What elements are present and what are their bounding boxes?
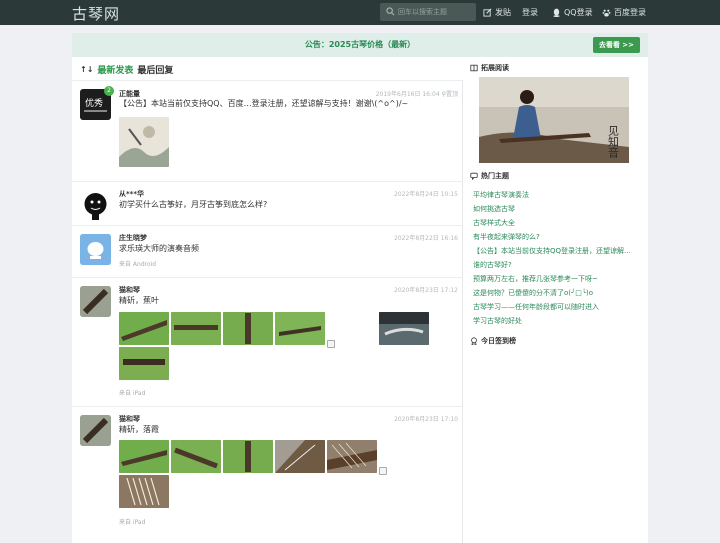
hot-topic-link[interactable]: 古琴样式大全 — [473, 218, 515, 228]
hot-topic-link[interactable]: 平均律古琴演奏法 — [473, 190, 529, 200]
thread-image[interactable] — [327, 440, 377, 473]
thread-image[interactable] — [119, 440, 169, 473]
baidu-login-label: 百度登录 — [614, 8, 646, 17]
thread-image[interactable] — [379, 312, 429, 345]
hot-topic-link[interactable]: 学习古琴的好处 — [473, 316, 522, 326]
qq-icon — [553, 8, 560, 17]
post-time: 2019年6月16日 16:04 ⚲置顶 — [375, 91, 458, 98]
thread-item[interactable]: 庄生晓梦 2022年8月22日 16:16 求乐瑛大师的演奏音频 来自 Andr… — [72, 225, 462, 276]
thread-image[interactable] — [275, 440, 325, 473]
main-page: 公告：2025古琴价格（最新） 去看看 >> ↑↓ 最新发表 最后回复 优秀 2… — [72, 33, 648, 543]
go-see-button[interactable]: 去看看 >> — [592, 37, 640, 53]
hot-topic-link[interactable]: 有半夜起来弹琴的么? — [473, 232, 540, 242]
level-badge: 2 — [104, 86, 114, 96]
thread-image[interactable] — [171, 312, 221, 345]
sort-tabs: ↑↓ 最新发表 最后回复 — [80, 63, 173, 76]
broken-image-icon — [379, 467, 387, 475]
login-label: 登录 — [522, 8, 538, 17]
edit-icon — [483, 8, 492, 17]
hot-topic-link[interactable]: 如何挑选古琴 — [473, 204, 515, 214]
thread-title[interactable]: 初学买什么古筝好，月牙古筝到底怎么样? — [119, 199, 267, 210]
thread-image[interactable] — [119, 347, 169, 380]
thread-item[interactable]: 猫和琴 2020年8月23日 17:10 精斫，落霞 来自 iPad — [72, 406, 462, 543]
thread-title[interactable]: 精斫，蕉叶 — [119, 295, 159, 306]
post-source: 来自 iPad — [119, 390, 146, 397]
search-icon — [386, 7, 395, 16]
search-box[interactable] — [380, 3, 476, 21]
search-input[interactable] — [398, 4, 474, 20]
avatar[interactable] — [80, 415, 111, 446]
svg-text:优秀: 优秀 — [85, 97, 103, 109]
avatar[interactable] — [80, 190, 111, 221]
baidu-login-link[interactable]: 百度登录 — [602, 7, 646, 18]
author-name[interactable]: 从***华 — [119, 189, 144, 199]
sign-in-ranking-title[interactable]: 今日签到榜 — [481, 336, 516, 346]
thread-image[interactable] — [119, 312, 169, 345]
avatar[interactable] — [80, 234, 111, 265]
login-link[interactable]: 登录 — [522, 7, 538, 18]
thread-image[interactable] — [119, 117, 169, 167]
broken-image-icon — [327, 340, 335, 348]
baidu-icon — [602, 9, 611, 17]
comment-icon — [470, 172, 478, 180]
post-source: 来自 Android — [119, 261, 157, 268]
thread-item[interactable]: 从***华 2022年8月24日 10:15 初学买什么古筝好，月牙古筝到底怎么… — [72, 181, 462, 224]
thread-item[interactable]: 优秀 2 正能量 2019年6月16日 16:04 ⚲置顶 【公告】本站当前仅支… — [72, 80, 462, 180]
sign-in-ranking-heading: 今日签到榜 — [470, 336, 516, 346]
post-time: 2022年8月22日 16:16 — [394, 235, 458, 242]
thread-list: 优秀 2 正能量 2019年6月16日 16:04 ⚲置顶 【公告】本站当前仅支… — [72, 80, 463, 543]
hot-topic-link[interactable]: 古琴学习——任何年龄段都可以随时进入 — [473, 302, 599, 312]
thread-image[interactable] — [223, 440, 273, 473]
tab-latest[interactable]: 最新发表 — [97, 63, 133, 76]
qq-login-link[interactable]: QQ登录 — [552, 7, 593, 18]
qq-login-label: QQ登录 — [564, 8, 593, 17]
thread-image[interactable] — [223, 312, 273, 345]
thread-title[interactable]: 求乐瑛大师的演奏音频 — [119, 243, 199, 254]
extended-reading-heading: 拓展阅读 — [470, 63, 509, 73]
thread-title[interactable]: 精斫，落霞 — [119, 424, 159, 435]
sort-icon: ↑↓ — [80, 65, 94, 74]
post-time: 2020年8月23日 17:10 — [394, 416, 458, 423]
hot-topics-title: 热门主题 — [481, 172, 509, 180]
hot-topics-heading: 热门主题 — [470, 171, 509, 181]
hot-topic-link[interactable]: 【公告】本站当前仅支持QQ登录注册，还望谅解… — [473, 246, 631, 256]
sticky-label: 置顶 — [445, 91, 458, 98]
post-source: 来自 iPad — [119, 519, 146, 526]
thread-image[interactable] — [171, 440, 221, 473]
author-name[interactable]: 庄生晓梦 — [119, 233, 147, 243]
post-label: 发贴 — [495, 8, 511, 17]
post-time: 2020年8月23日 17:12 — [394, 287, 458, 294]
hot-topic-link[interactable]: 预算两万左右，推荐几张琴参考一下呀~ — [473, 274, 598, 284]
post-time: 2022年8月24日 10:15 — [394, 191, 458, 198]
book-icon — [470, 64, 478, 72]
hot-topic-link[interactable]: 谁的古琴好? — [473, 260, 512, 270]
site-logo[interactable]: 古琴网 — [72, 3, 120, 24]
medal-icon — [471, 337, 477, 345]
announcement-bar: 公告：2025古琴价格（最新） 去看看 >> — [72, 33, 648, 57]
image-caption: 见知音 — [607, 125, 620, 159]
hot-topic-link[interactable]: 这是何物？已傻傻的分不清了o(╯□╰)o — [473, 288, 593, 298]
thread-image[interactable] — [119, 475, 169, 508]
tab-last-reply[interactable]: 最后回复 — [137, 63, 173, 76]
thread-item[interactable]: 猫和琴 2020年8月23日 17:12 精斫，蕉叶 来自 iPad — [72, 277, 462, 405]
top-navbar: 古琴网 发贴 登录 QQ登录 百度登录 — [0, 0, 720, 25]
author-name[interactable]: 猫和琴 — [119, 285, 140, 295]
author-name[interactable]: 猫和琴 — [119, 414, 140, 424]
thread-image[interactable] — [275, 312, 325, 345]
announcement-text[interactable]: 公告：2025古琴价格（最新） — [72, 39, 648, 50]
thread-title[interactable]: 【公告】本站当前仅支持QQ、百度…登录注册，还望谅解与支持！谢谢\(^o^)/~ — [119, 98, 408, 109]
avatar[interactable] — [80, 286, 111, 317]
post-button[interactable]: 发贴 — [483, 7, 511, 18]
extended-reading-image[interactable]: 见知音 — [479, 77, 629, 163]
extended-reading-title: 拓展阅读 — [481, 64, 509, 72]
